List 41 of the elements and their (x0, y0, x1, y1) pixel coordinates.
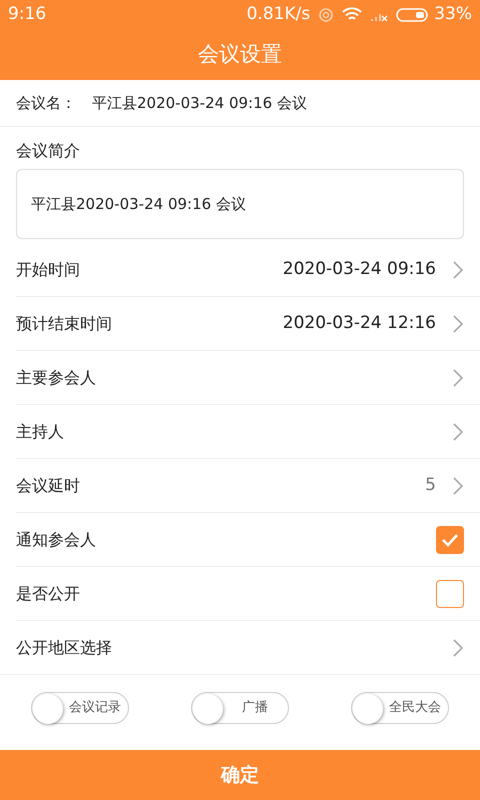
intro-field[interactable]: 平江县2020-03-24 09:16 会议 (16, 169, 464, 239)
field-label: 会议简介 (15, 140, 81, 162)
chevron-icon (452, 476, 464, 496)
checkbox[interactable] (436, 580, 464, 608)
chevron-icon (452, 422, 464, 442)
chevron-icon (452, 260, 464, 280)
settings-row[interactable]: 会议延时 5 (16, 459, 480, 513)
row-label: 公开地区选择 (16, 636, 112, 658)
settings-row[interactable]: 通知参会人 (16, 513, 480, 567)
chevron-icon (452, 368, 464, 388)
toggle-switch[interactable]: 广播 (191, 692, 289, 724)
hotspot-icon (318, 7, 334, 23)
page-title: 会议设置 (197, 41, 283, 68)
field-label: 会议名： (16, 92, 76, 114)
battery-level: 33% (434, 3, 472, 26)
row-label: 预计结束时间 (16, 312, 112, 334)
row-label: 开始时间 (16, 258, 80, 280)
chevron-icon (452, 314, 464, 334)
network-speed: 0.81K/s (246, 3, 310, 26)
toggle-switch[interactable]: 会议记录 (31, 692, 129, 724)
settings-row[interactable]: 是否公开 (16, 567, 480, 621)
row-value: 5 (425, 474, 436, 497)
checkmark-icon (441, 532, 459, 546)
settings-row[interactable]: 主要参会人 (16, 351, 480, 405)
toggle-switch[interactable]: 全民大会 (351, 692, 449, 724)
settings-row[interactable]: 开始时间 2020-03-24 09:16 (16, 243, 480, 297)
row-value: 2020-03-24 09:16 (282, 258, 436, 281)
status-time: 9:16 (8, 3, 46, 26)
checkbox[interactable] (436, 526, 464, 554)
chevron-icon (452, 638, 464, 658)
meeting-name: 平江县2020-03-24 09:16 会议 (92, 92, 307, 114)
battery-icon (396, 7, 430, 23)
row-label: 是否公开 (16, 582, 80, 604)
settings-row[interactable]: 主持人 (16, 405, 480, 459)
row-label: 会议延时 (16, 474, 80, 496)
row-label: 主要参会人 (16, 366, 96, 388)
settings-row[interactable]: 公开地区选择 (0, 621, 480, 675)
row-label: 通知参会人 (16, 528, 96, 550)
row-label: 主持人 (16, 420, 64, 442)
settings-row[interactable]: 预计结束时间 2020-03-24 12:16 (16, 297, 480, 351)
row-value: 2020-03-24 12:16 (282, 312, 436, 335)
